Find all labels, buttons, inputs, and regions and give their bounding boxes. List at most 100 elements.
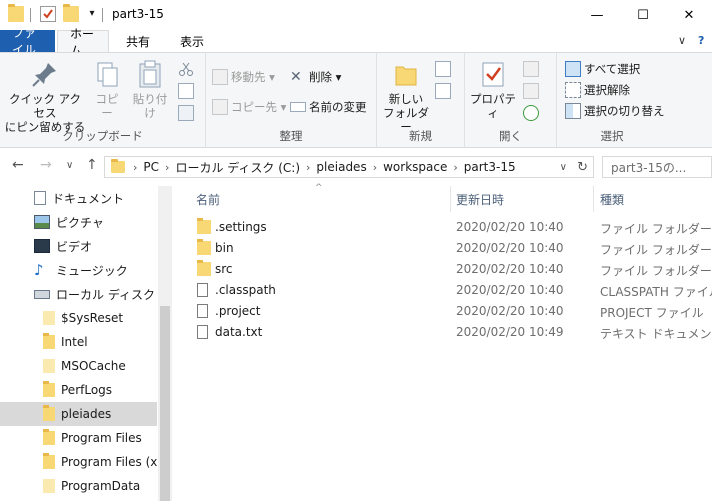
forward-arrow-icon[interactable]: →	[40, 157, 52, 173]
tab-share[interactable]: 共有	[114, 30, 162, 52]
scrollbar-thumb[interactable]	[160, 306, 170, 501]
delete-button[interactable]: ✕ 削除 ▾	[290, 67, 341, 87]
scissors-icon	[178, 61, 194, 77]
pin-quick-access-button[interactable]: クイック アクセス にピン留めする	[4, 57, 86, 134]
easy-access-button[interactable]	[435, 81, 454, 101]
help-icon[interactable]: ?	[698, 34, 704, 47]
paste-shortcut-button[interactable]	[178, 103, 197, 123]
ribbon-tabs: ファイル ホーム 共有 表示 ∨ ?	[0, 26, 712, 58]
sidebar-item-program-files[interactable]: Program Files	[0, 426, 157, 450]
move-to-button[interactable]: 移動先 ▾	[212, 67, 275, 87]
column-type-label: 種類	[600, 192, 625, 207]
edit-button[interactable]	[523, 81, 542, 101]
breadcrumb-part3-15[interactable]: part3-15	[464, 160, 516, 174]
file-name: .classpath	[215, 283, 276, 297]
sidebar-item-local-disk[interactable]: ローカル ディスク (C:)	[0, 282, 157, 306]
sidebar-item-documents[interactable]: ドキュメント	[0, 186, 157, 210]
table-row[interactable]: .project 2020/02/20 10:40 PROJECT ファイル	[172, 301, 712, 322]
table-row[interactable]: src 2020/02/20 10:40 ファイル フォルダー	[172, 259, 712, 280]
column-header-type[interactable]: 種類	[576, 186, 712, 212]
back-arrow-icon[interactable]: ←	[12, 157, 24, 173]
address-dropdown-icon[interactable]: ∨	[560, 162, 567, 173]
file-type: テキスト ドキュメント	[600, 327, 712, 341]
copy-button[interactable]: コピー	[90, 57, 124, 120]
sidebar-item-videos[interactable]: ビデオ	[0, 234, 157, 258]
videos-icon	[34, 239, 50, 253]
file-list: ^ 名前 更新日時 種類 .settings 2020/02/20 10:40 …	[172, 183, 712, 501]
recent-chevron-icon[interactable]: ∨	[66, 160, 73, 171]
sidebar-item-perflogs[interactable]: PerfLogs	[0, 378, 157, 402]
sidebar-item-label: ミュージック	[56, 263, 128, 278]
customize-chevron-icon[interactable]: ▾	[84, 6, 100, 22]
window-title: part3-15	[112, 7, 164, 21]
sidebar-item-pleiades[interactable]: pleiades	[0, 402, 157, 426]
up-arrow-icon[interactable]: ↑	[86, 157, 98, 173]
sidebar-item-music[interactable]: ♪ ミュージック	[0, 258, 157, 282]
breadcrumb-local-disk[interactable]: ローカル ディスク (C:)	[175, 159, 300, 176]
table-row[interactable]: data.txt 2020/02/20 10:49 テキスト ドキュメント	[172, 322, 712, 343]
breadcrumb-separator: ›	[306, 160, 311, 174]
column-header-date[interactable]: 更新日時	[432, 186, 594, 212]
new-item-button[interactable]	[435, 59, 454, 79]
file-name: data.txt	[215, 325, 263, 339]
refresh-icon[interactable]: ↻	[577, 160, 588, 175]
sidebar-item-pictures[interactable]: ピクチャ	[0, 210, 157, 234]
history-button[interactable]	[523, 103, 542, 123]
folder-icon	[197, 218, 211, 234]
column-header-name[interactable]: 名前	[172, 186, 450, 212]
breadcrumb-pleiades[interactable]: pleiades	[316, 160, 366, 174]
file-date: 2020/02/20 10:40	[456, 220, 564, 234]
cut-button[interactable]	[178, 59, 197, 79]
folder-icon	[43, 333, 55, 349]
rename-label: 名前の変更	[309, 100, 367, 114]
paste-button[interactable]: 貼り付け	[128, 57, 172, 120]
clipboard-group-label: クリップボード	[62, 129, 143, 143]
table-row[interactable]: bin 2020/02/20 10:40 ファイル フォルダー	[172, 238, 712, 259]
paste-icon	[135, 59, 165, 89]
properties-check-icon[interactable]	[40, 6, 56, 22]
pictures-icon	[34, 215, 50, 229]
table-row[interactable]: .settings 2020/02/20 10:40 ファイル フォルダー	[172, 217, 712, 238]
ribbon-expand-icon[interactable]: ∨	[678, 34, 686, 47]
column-name-label: 名前	[196, 192, 221, 207]
maximize-button[interactable]: ☐	[620, 0, 666, 30]
file-date: 2020/02/20 10:40	[456, 241, 564, 255]
tab-view[interactable]: 表示	[168, 30, 216, 52]
copy-path-button[interactable]	[178, 81, 197, 101]
history-icon	[523, 105, 539, 121]
close-button[interactable]: ✕	[666, 0, 712, 30]
sidebar-item-sysreset[interactable]: $SysReset	[0, 306, 157, 330]
breadcrumb-pc[interactable]: PC	[143, 160, 159, 174]
open-button[interactable]	[523, 59, 542, 79]
minimize-button[interactable]: —	[574, 0, 620, 30]
copy-icon	[92, 59, 122, 89]
properties-button[interactable]: プロパティ	[467, 57, 519, 120]
rename-button[interactable]: 名前の変更	[290, 97, 367, 117]
tab-file[interactable]: ファイル	[0, 26, 55, 57]
search-input[interactable]: part3-15の...	[602, 156, 712, 178]
new-folder-icon[interactable]	[63, 4, 79, 22]
sidebar-item-intel[interactable]: Intel	[0, 330, 157, 354]
address-bar[interactable]: › PC › ローカル ディスク (C:) › pleiades › works…	[104, 156, 594, 178]
table-row[interactable]: .classpath 2020/02/20 10:40 CLASSPATH ファ…	[172, 280, 712, 301]
breadcrumb-workspace[interactable]: workspace	[383, 160, 447, 174]
select-none-button[interactable]: 選択解除	[565, 80, 630, 100]
sidebar-item-msocache[interactable]: MSOCache	[0, 354, 157, 378]
invert-selection-button[interactable]: 選択の切り替え	[565, 101, 665, 121]
folder-icon	[197, 260, 211, 276]
copy-to-button[interactable]: コピー先 ▾	[212, 97, 286, 117]
tab-home[interactable]: ホーム	[57, 27, 109, 58]
file-name: src	[215, 262, 233, 276]
sidebar-scrollbar[interactable]	[158, 186, 172, 501]
sidebar-item-programdata[interactable]: ProgramData	[0, 474, 157, 498]
file-icon	[197, 283, 208, 297]
folder-icon	[43, 453, 55, 469]
sidebar-item-program-files-x86[interactable]: Program Files (x86	[0, 450, 157, 474]
sidebar-item-label: MSOCache	[61, 359, 126, 373]
file-date: 2020/02/20 10:40	[456, 262, 564, 276]
file-name: bin	[215, 241, 234, 255]
folder-icon	[111, 159, 125, 173]
select-all-button[interactable]: すべて選択	[565, 59, 640, 79]
new-folder-button[interactable]: 新しい フォルダー	[379, 57, 433, 134]
file-name: .settings	[215, 220, 267, 234]
